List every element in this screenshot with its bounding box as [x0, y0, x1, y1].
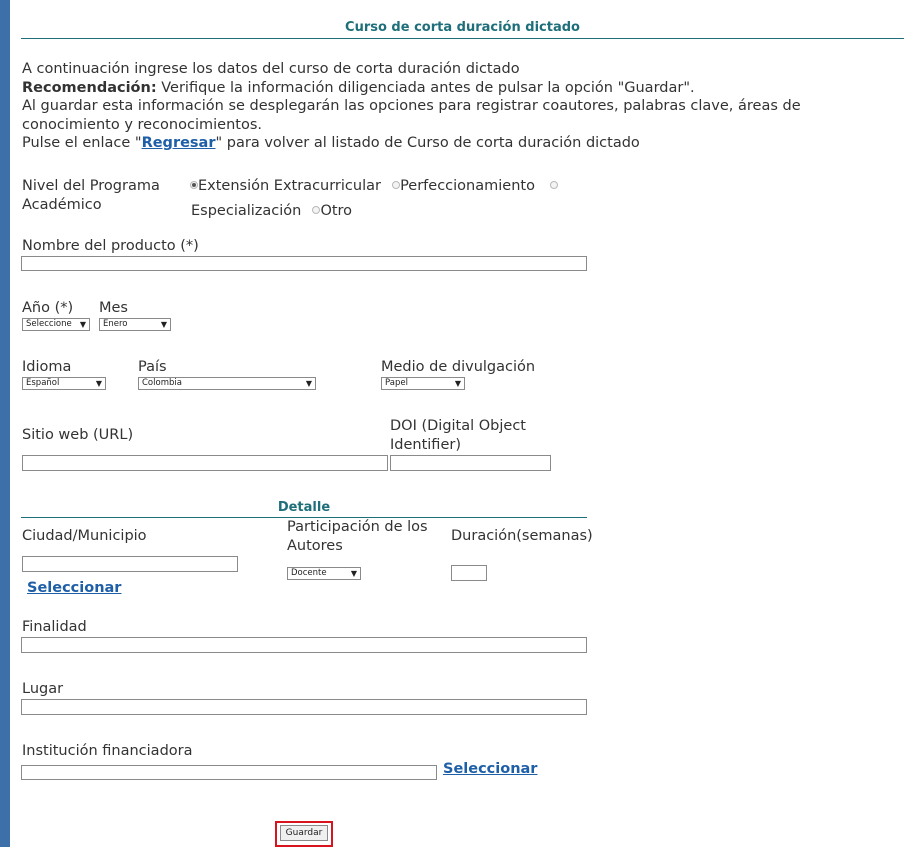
nivel-radio-group: Extensión Extracurricular Perfeccionamie…	[190, 173, 570, 223]
mes-arrow-icon: ▼	[160, 320, 167, 329]
finalidad-input[interactable]	[21, 637, 587, 653]
intro-line-4: Pulse el enlace "Regresar" para volver a…	[22, 135, 640, 151]
radio-especializacion[interactable]	[550, 181, 559, 189]
pais-label: País	[138, 359, 167, 375]
detalle-title: Detalle	[277, 500, 331, 515]
lugar-input[interactable]	[21, 699, 587, 715]
anio-label: Año (*)	[22, 300, 74, 316]
doi-label: DOI (Digital Object Identifier)	[390, 418, 526, 453]
duracion-input[interactable]	[451, 565, 487, 581]
sitio-input[interactable]	[22, 455, 388, 471]
intro-line-1: A continuación ingrese los datos del cur…	[22, 61, 520, 77]
participacion-arrow-icon: ▼	[350, 569, 357, 578]
save-button[interactable]: Guardar	[280, 825, 328, 841]
radio-extension-label: Extensión Extracurricular	[198, 178, 381, 194]
intro-recommendation: Recomendación: Verifique la información …	[22, 79, 902, 98]
radio-especializacion-label: Especialización	[191, 203, 302, 219]
radio-perfeccionamiento-label: Perfeccionamiento	[400, 178, 535, 194]
medio-select[interactable]: Papel ▼	[381, 377, 465, 390]
pais-arrow-icon: ▼	[305, 379, 312, 388]
radio-extension[interactable]	[190, 181, 198, 189]
idioma-label: Idioma	[22, 359, 72, 375]
medio-arrow-icon: ▼	[454, 379, 461, 388]
recommendation-text: Verifique la información diligenciada an…	[156, 79, 695, 96]
idioma-arrow-icon: ▼	[95, 379, 102, 388]
pais-select[interactable]: Colombia ▼	[138, 377, 316, 390]
finalidad-label: Finalidad	[22, 619, 87, 635]
nombre-input[interactable]	[21, 256, 587, 271]
anio-select[interactable]: Seleccione ▼	[22, 318, 90, 331]
nombre-label: Nombre del producto (*)	[22, 238, 199, 254]
radio-otro-label: Otro	[320, 203, 353, 219]
page-title: Curso de corta duración dictado	[345, 20, 580, 35]
left-border-bar	[0, 0, 10, 847]
medio-label: Medio de divulgación	[381, 359, 536, 375]
intro-text: A continuación ingrese los datos del cur…	[22, 60, 902, 153]
doi-input[interactable]	[390, 455, 551, 471]
ciudad-input[interactable]	[22, 556, 238, 572]
institucion-seleccionar-link[interactable]: Seleccionar	[443, 761, 537, 777]
recommendation-label: Recomendación:	[22, 79, 157, 96]
anio-arrow-icon: ▼	[79, 320, 86, 329]
mes-select[interactable]: Enero ▼	[99, 318, 171, 331]
institucion-input[interactable]	[21, 765, 437, 780]
title-divider	[21, 38, 904, 39]
institucion-label: Institución financiadora	[22, 743, 193, 759]
mes-label: Mes	[99, 300, 128, 316]
ciudad-seleccionar-link[interactable]: Seleccionar	[27, 580, 121, 596]
duracion-label: Duración(semanas)	[451, 528, 593, 544]
ciudad-label: Ciudad/Municipio	[22, 528, 147, 544]
intro-line-3: Al guardar esta información se desplegar…	[22, 98, 801, 133]
nivel-label: Nivel del Programa Académico	[22, 178, 160, 213]
regresar-link[interactable]: Regresar	[142, 135, 216, 151]
radio-perfeccionamiento[interactable]	[392, 181, 401, 189]
idioma-select[interactable]: Español ▼	[22, 377, 106, 390]
participacion-label: Participación de los Autores	[287, 519, 428, 554]
participacion-select[interactable]: Docente ▼	[287, 567, 361, 580]
sitio-label: Sitio web (URL)	[22, 427, 134, 443]
lugar-label: Lugar	[22, 681, 64, 697]
